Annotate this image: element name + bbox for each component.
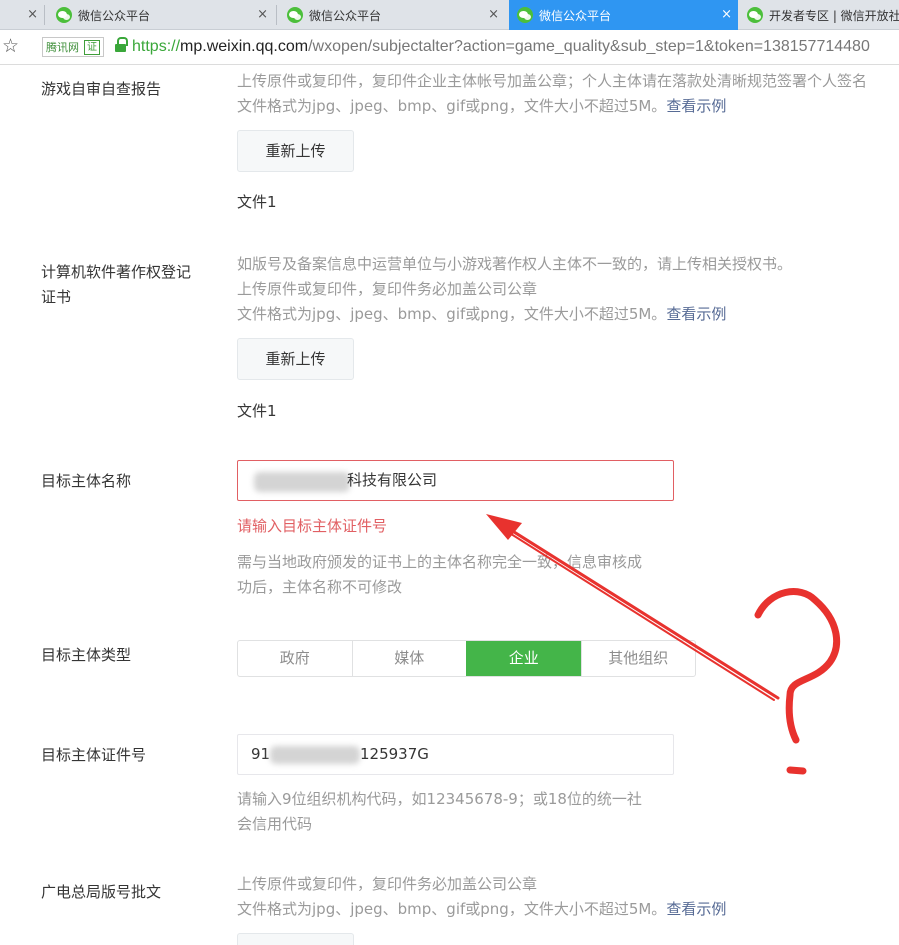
- question-mark-dot: [786, 766, 807, 775]
- arrow-shaft-edge: [499, 526, 775, 701]
- arrow-shaft: [493, 518, 780, 700]
- arrow-head: [486, 514, 522, 540]
- question-mark-curve: [754, 588, 841, 744]
- annotation-overlay: [486, 514, 841, 775]
- red-arrow: [486, 514, 780, 701]
- question-mark-icon: [754, 588, 841, 775]
